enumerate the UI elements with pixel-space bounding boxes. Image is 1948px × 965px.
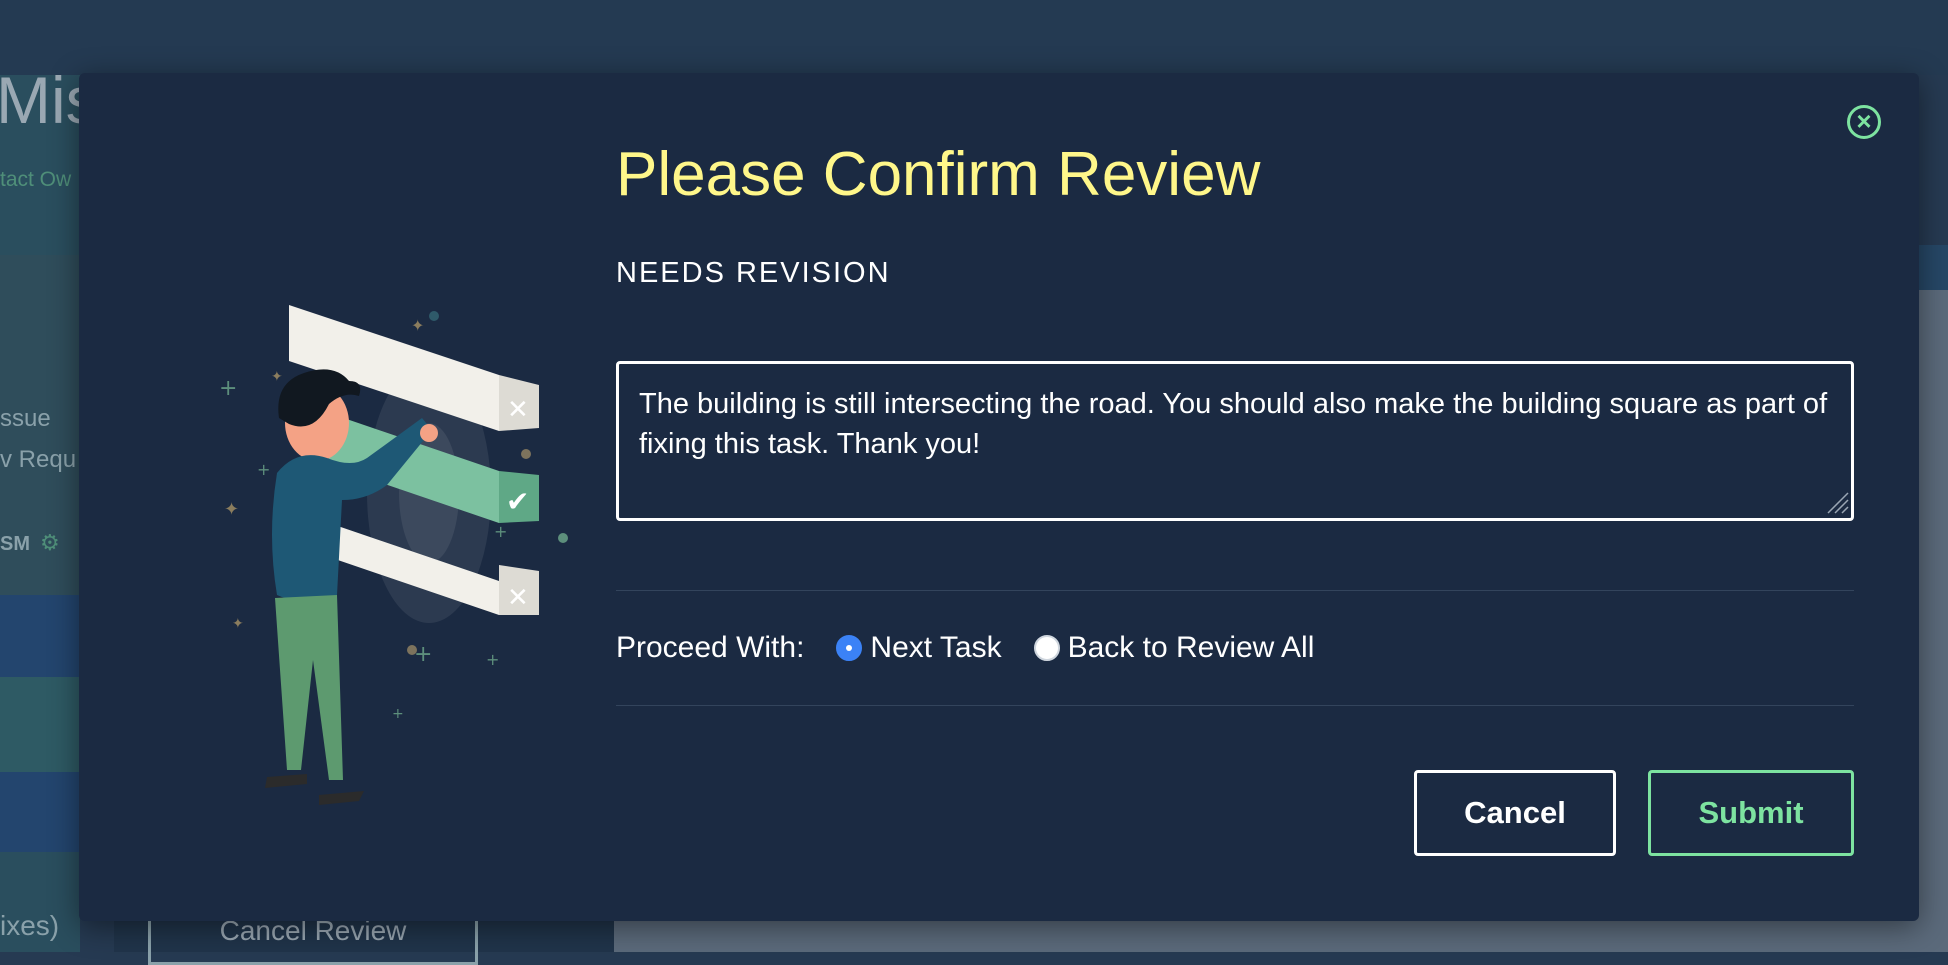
gear-icon: ⚙ xyxy=(40,530,60,555)
svg-text:+: + xyxy=(257,460,270,479)
bg-issue-label: ssue xyxy=(0,405,51,432)
bg-top-bar xyxy=(0,0,1948,75)
svg-text:+: + xyxy=(219,376,237,401)
confirm-review-modal: × + + + + + + ✦ ✦ ✦ ✦ ✕ ✔ ✕ Please Confi… xyxy=(79,73,1919,921)
svg-text:✦: ✦ xyxy=(271,369,283,385)
bg-osm-label: SM xyxy=(0,533,30,555)
close-icon[interactable]: × xyxy=(1847,105,1881,139)
cancel-button[interactable]: Cancel xyxy=(1414,770,1616,856)
bg-blue-block xyxy=(0,595,80,677)
svg-text:✕: ✕ xyxy=(507,395,529,425)
review-status-label: NEEDS REVISION xyxy=(616,257,891,289)
svg-text:+: + xyxy=(494,522,507,541)
svg-text:+: + xyxy=(486,650,499,669)
svg-text:✕: ✕ xyxy=(507,583,529,613)
svg-text:✦: ✦ xyxy=(411,316,424,335)
bg-blue-block-2 xyxy=(0,772,80,852)
bg-fixes-label: ixes) xyxy=(0,910,60,941)
divider xyxy=(616,590,1854,591)
next-task-label[interactable]: Next Task xyxy=(870,631,1001,665)
back-to-review-all-radio[interactable] xyxy=(1033,635,1060,661)
svg-text:✔: ✔ xyxy=(506,485,529,518)
svg-text:+: + xyxy=(392,706,404,722)
svg-text:+: + xyxy=(414,642,432,667)
proceed-with-label: Proceed With: xyxy=(616,631,805,664)
review-comment-textarea[interactable]: The building is still intersecting the r… xyxy=(616,361,1854,521)
divider xyxy=(616,705,1854,706)
resize-handle-icon[interactable] xyxy=(1822,487,1850,515)
svg-text:✦: ✦ xyxy=(232,616,244,632)
proceed-with-group: Proceed With: Next Task Back to Review A… xyxy=(616,628,1346,668)
review-illustration: + + + + + + ✦ ✦ ✦ ✦ ✕ ✔ ✕ xyxy=(219,305,568,805)
back-to-review-all-label[interactable]: Back to Review All xyxy=(1068,631,1315,665)
bg-green-block xyxy=(0,677,80,772)
bg-contact-owner-link: tact Ow xyxy=(0,168,72,191)
svg-text:✦: ✦ xyxy=(224,499,239,520)
next-task-radio[interactable] xyxy=(836,635,863,661)
modal-title: Please Confirm Review xyxy=(616,140,1261,209)
submit-button[interactable]: Submit xyxy=(1648,770,1854,856)
bg-review-request-label: v Requ xyxy=(0,446,77,473)
